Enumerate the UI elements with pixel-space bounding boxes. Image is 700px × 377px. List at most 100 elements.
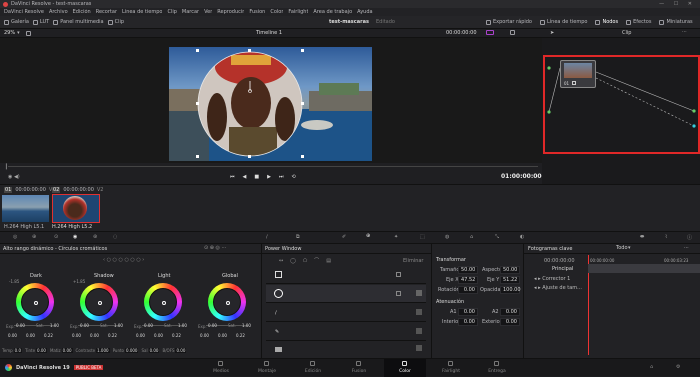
wheel-field-x[interactable]: 0.00 xyxy=(8,333,17,338)
toolbar-left-3[interactable]: Clip xyxy=(107,19,124,25)
clip-2-thumbnail[interactable] xyxy=(52,194,100,223)
color-wheel[interactable] xyxy=(208,283,246,321)
tool-hdr-icon[interactable]: ◉ xyxy=(73,234,77,240)
menu-item-13[interactable]: Ayuda xyxy=(357,9,372,15)
page-tab-fairlight[interactable]: Fairlight xyxy=(430,359,472,377)
toolbar-right-4[interactable]: Miniaturas xyxy=(659,19,693,25)
page-tab-edición[interactable]: Edición xyxy=(292,359,334,377)
menu-item-9[interactable]: Fusion xyxy=(249,9,265,15)
viewer-mode-icon[interactable] xyxy=(486,30,494,35)
menu-item-7[interactable]: Ver xyxy=(204,9,212,15)
skip-end-icon[interactable]: ⏭ xyxy=(279,174,284,180)
toolbar-right-2[interactable]: Nodos xyxy=(595,19,618,25)
page-tab-fusion[interactable]: Fusion xyxy=(338,359,380,377)
circle-window-icon[interactable]: ◯ xyxy=(290,258,296,264)
toolbar-right-1[interactable]: Línea de tiempo xyxy=(540,19,587,25)
node-options-icon[interactable]: ⋯ xyxy=(682,29,687,35)
inside-field[interactable]: 0.00 xyxy=(458,318,478,326)
sat-field[interactable]: 1.00 xyxy=(242,323,251,328)
playhead-icon[interactable]: ▏ xyxy=(6,164,10,170)
toolbar-left-0[interactable]: Galería xyxy=(4,19,29,25)
color-wheel[interactable] xyxy=(16,283,54,321)
viewer-options-icon[interactable] xyxy=(510,30,515,35)
toolbar-left-1[interactable]: LUT xyxy=(32,19,49,25)
node-graph[interactable]: 01 xyxy=(542,38,700,184)
soft-1-field[interactable]: 0.00 xyxy=(458,308,478,316)
wheel-field-y[interactable]: 0.00 xyxy=(26,333,35,338)
aspect-field[interactable]: 50.00 xyxy=(500,266,520,274)
loop-icon[interactable]: ◉ ◀) xyxy=(8,174,20,180)
wheel-field-z[interactable]: 0.22 xyxy=(44,333,53,338)
window-row-curve[interactable]: ✎ xyxy=(266,323,426,341)
footer-param-value[interactable]: 0.0 xyxy=(13,348,23,353)
panel-toolbar-icons[interactable]: ⊙ ⊕ ◎ ⋯ xyxy=(204,245,227,251)
footer-param-2[interactable]: Matiz 0.00 xyxy=(50,348,73,353)
keyframes-menu-icon[interactable]: ⋯ xyxy=(684,245,689,251)
outside-field[interactable]: 0.00 xyxy=(500,318,520,326)
linear-window-icon[interactable]: ↔ xyxy=(279,258,283,264)
sat-field[interactable]: 1.00 xyxy=(178,323,187,328)
footer-param-5[interactable]: Sal 0.00 xyxy=(141,348,160,353)
exp-field[interactable]: 0.00 xyxy=(144,323,153,328)
wheel-crosshair[interactable] xyxy=(98,301,102,305)
sat-field[interactable]: 1.00 xyxy=(114,323,123,328)
stop-icon[interactable]: ■ xyxy=(254,174,259,180)
opacity-field[interactable]: 100.00 xyxy=(500,286,521,294)
tilt-field[interactable]: 51.22 xyxy=(500,276,520,284)
tool-scopes-icon[interactable]: ⌇ xyxy=(665,234,667,240)
viewer-grid-icon[interactable] xyxy=(25,30,31,36)
wheel-crosshair[interactable] xyxy=(34,301,38,305)
wheel-field-x[interactable]: 0.00 xyxy=(200,333,209,338)
keyframes-track-sizing[interactable]: ◂ ▸ Ajuste de tam... xyxy=(534,285,582,291)
rotate-field[interactable]: 0.00 xyxy=(458,286,478,294)
scrubber[interactable] xyxy=(8,166,538,167)
color-wheel[interactable] xyxy=(144,283,182,321)
footer-param-value[interactable]: 0.000 xyxy=(125,348,139,353)
curve-window-icon[interactable]: ⌒ xyxy=(314,257,319,264)
menu-item-6[interactable]: Marcar xyxy=(182,9,199,15)
tool-curves-icon[interactable]: ∕ xyxy=(266,234,268,240)
sat-field[interactable]: 1.00 xyxy=(50,323,59,328)
loop-toggle-icon[interactable]: ⟲ xyxy=(291,174,295,180)
tool-color-match-icon[interactable]: ⊕ xyxy=(32,234,36,240)
tool-sizing-icon[interactable]: ⤡ xyxy=(495,234,499,240)
clip-1-thumbnail[interactable] xyxy=(2,195,49,222)
tool-key-icon[interactable]: ⌂ xyxy=(470,234,473,240)
home-icon[interactable]: ⌂ xyxy=(650,364,653,370)
pan-field[interactable]: 47.52 xyxy=(458,276,478,284)
footer-param-3[interactable]: Contraste 1.000 xyxy=(76,348,110,353)
tool-qualifier-icon[interactable]: ✐ xyxy=(342,234,346,240)
node-01[interactable]: 01 xyxy=(560,60,596,88)
timeline-name[interactable]: Timeline 1 xyxy=(256,30,282,36)
footer-param-value[interactable]: 0.00 xyxy=(36,348,47,353)
size-field[interactable]: 50.00 xyxy=(458,266,478,274)
tool-tracker-icon[interactable]: ✦ xyxy=(394,234,398,240)
footer-param-value[interactable]: 1.000 xyxy=(96,348,110,353)
page-tab-color[interactable]: Color xyxy=(384,359,426,377)
tool-bars-icon[interactable]: ⊙ xyxy=(54,234,58,240)
footer-param-0[interactable]: Temp 0.0 xyxy=(2,348,23,353)
window-row-circle[interactable] xyxy=(266,285,426,303)
footer-param-value[interactable]: 0.00 xyxy=(61,348,73,353)
wheel-field-z[interactable]: 0.22 xyxy=(108,333,117,338)
page-tab-entrega[interactable]: Entrega xyxy=(476,359,518,377)
viewer-image[interactable] xyxy=(169,47,372,161)
tool-3d-icon[interactable]: ◐ xyxy=(520,234,524,240)
tool-motion-effects-icon[interactable]: ◌ xyxy=(113,234,117,240)
window-row-linear[interactable] xyxy=(266,266,426,284)
gradient-window-icon[interactable]: ▤ xyxy=(326,258,331,264)
tool-magic-mask-icon[interactable]: ⬚ xyxy=(420,234,425,240)
wheel-crosshair[interactable] xyxy=(226,301,230,305)
window-row-polygon[interactable]: ∕ xyxy=(266,304,426,322)
footer-param-6[interactable]: B/OFS 0.00 xyxy=(162,348,187,353)
tool-info-icon[interactable]: ⓘ xyxy=(687,234,692,241)
menu-item-10[interactable]: Color xyxy=(270,9,283,15)
pointer-icon[interactable]: ➤ xyxy=(550,30,554,36)
wheel-field-x[interactable]: 0.00 xyxy=(136,333,145,338)
color-wheel[interactable] xyxy=(80,283,118,321)
play-icon[interactable]: ▶ xyxy=(267,174,271,180)
keyframes-track-corrector[interactable]: ◂ ▸ Corrector 1 xyxy=(534,276,570,282)
toolbar-left-2[interactable]: Panel multimedia xyxy=(53,19,104,25)
exp-field[interactable]: 0.00 xyxy=(16,323,25,328)
tool-keyframes-icon[interactable]: ⬬ xyxy=(640,234,644,240)
